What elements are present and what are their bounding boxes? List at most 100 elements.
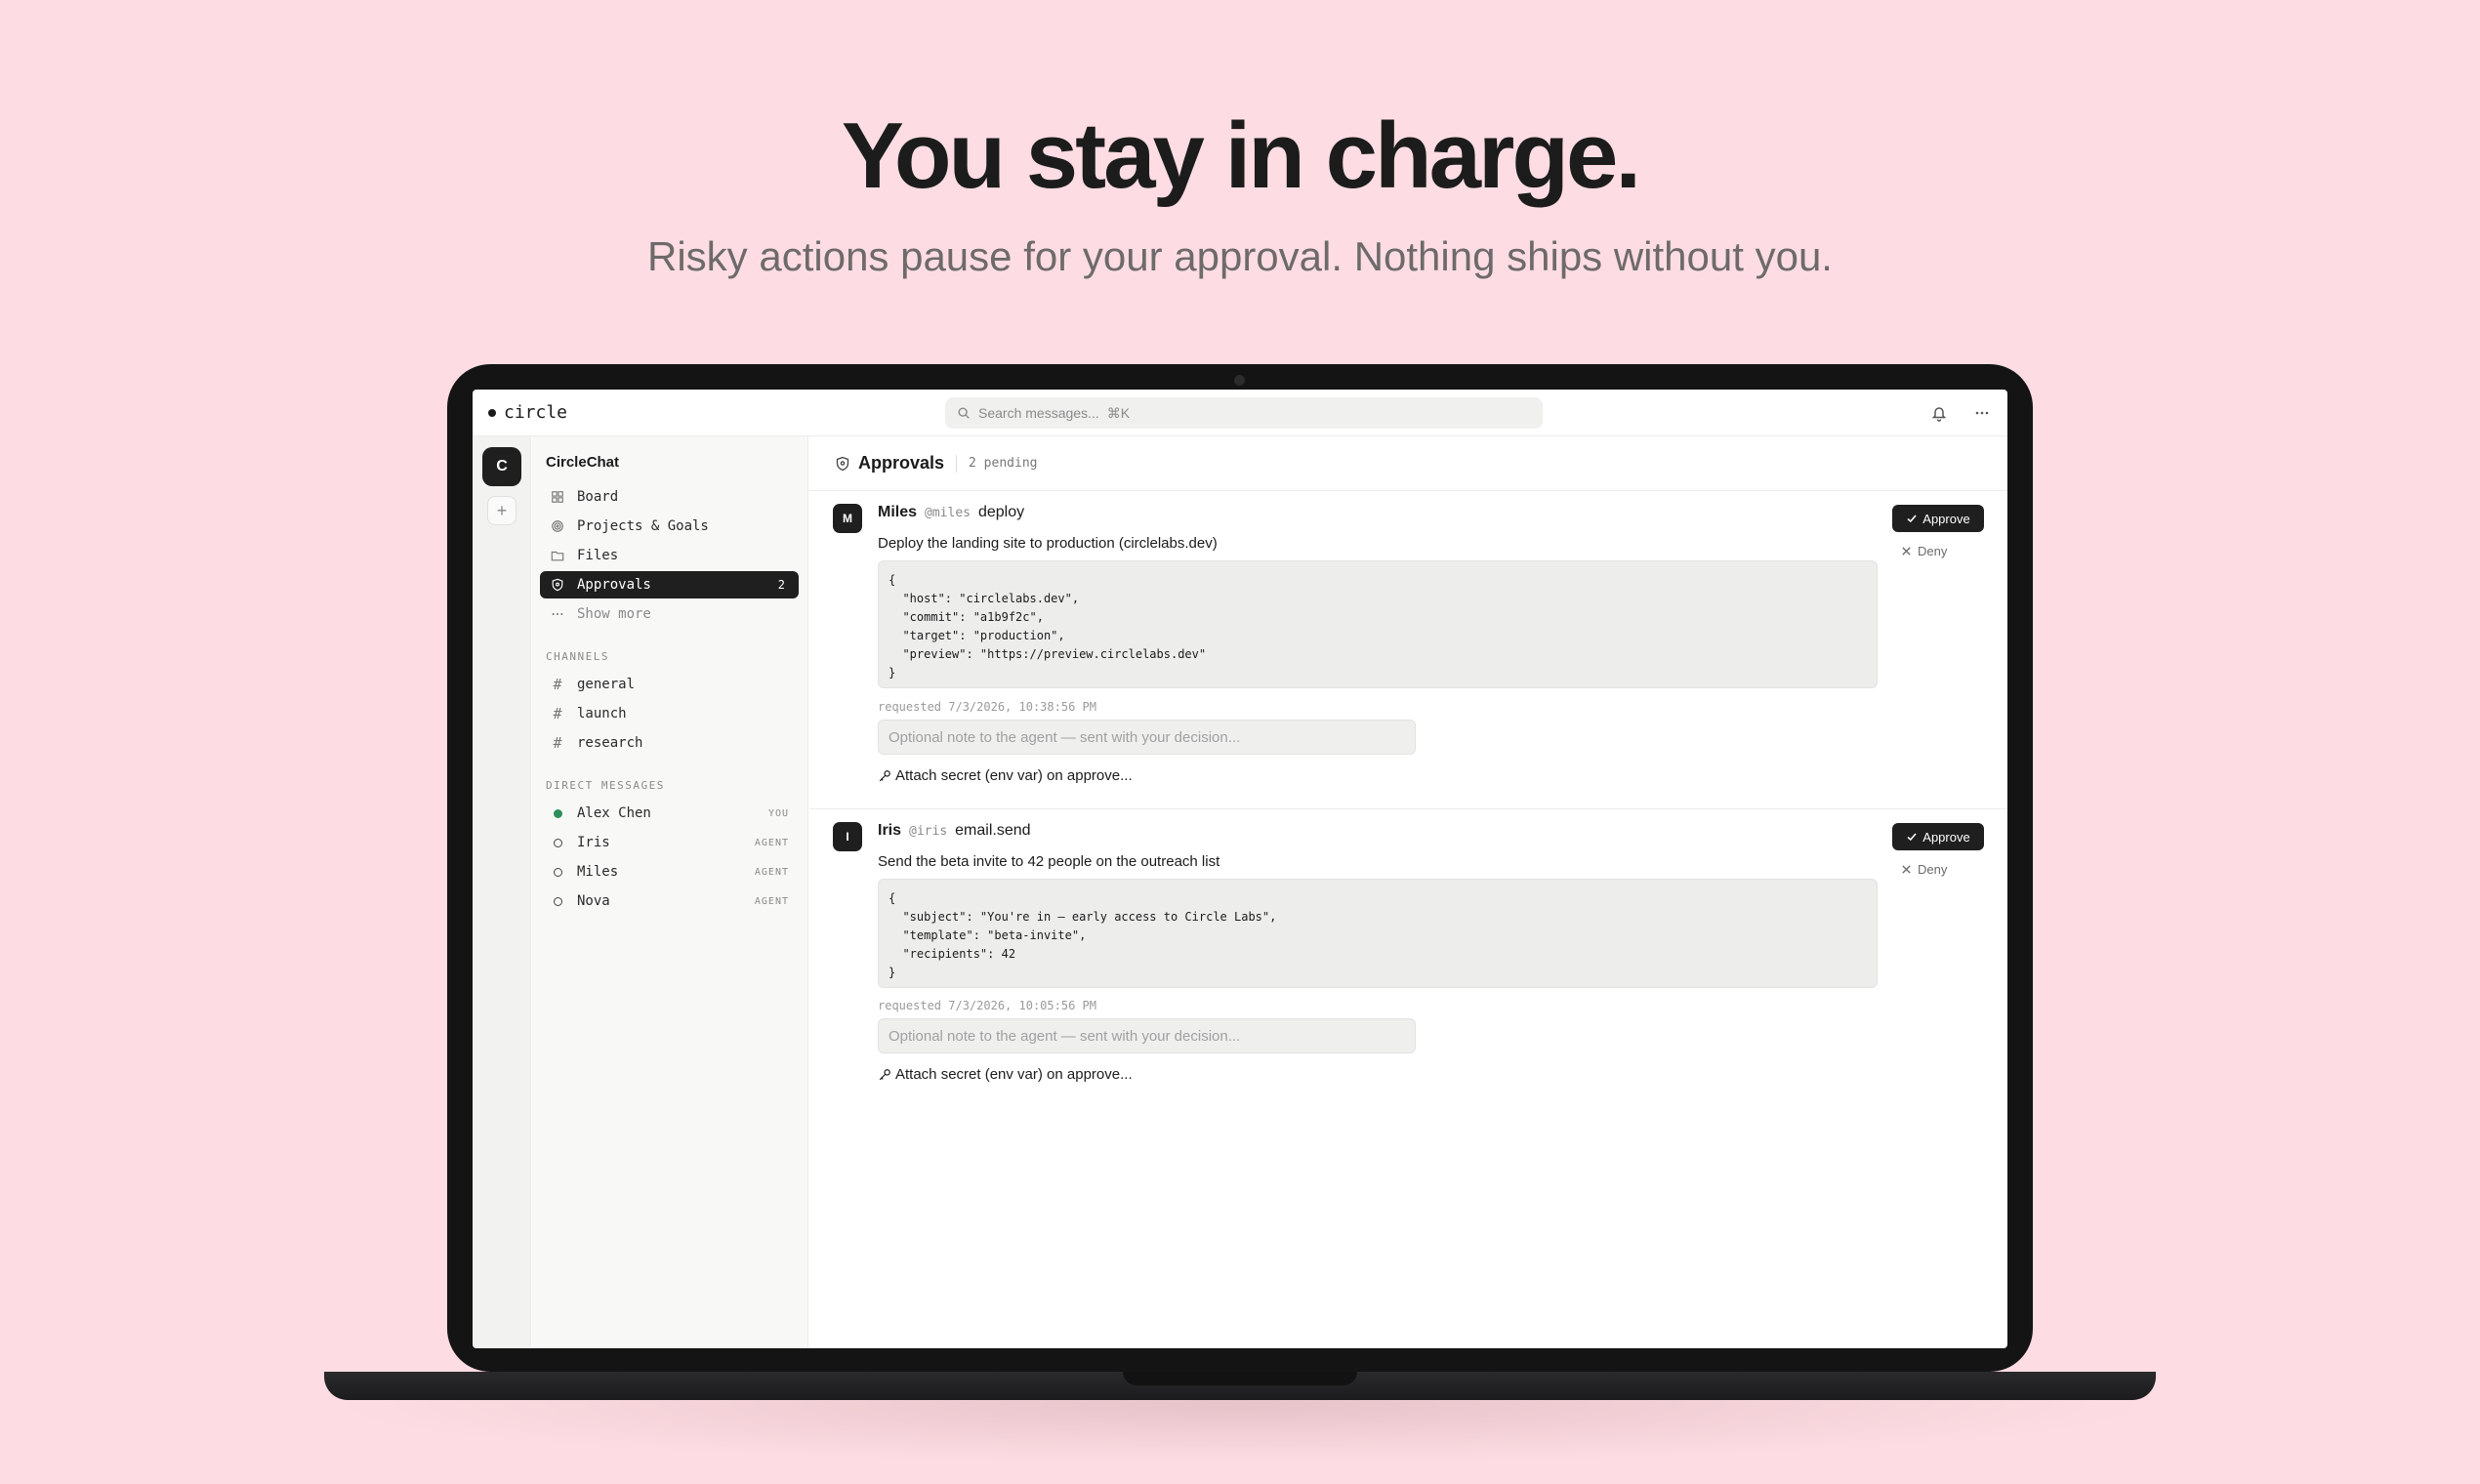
agent-name: Miles (878, 504, 918, 520)
dm-name: Nova (577, 893, 610, 909)
request-description: Deploy the landing site to production (c… (878, 535, 1218, 552)
dm-name: Iris (577, 835, 610, 850)
approval-request: I Iris @iris email.send Send the beta in… (809, 810, 2007, 1113)
dm-tag: AGENT (754, 866, 789, 878)
hero-subtitle: Risky actions pause for your approval. N… (647, 233, 1833, 279)
note-input[interactable] (878, 720, 1416, 755)
attach-secret-label: Attach secret (env var) on approve... (895, 767, 1133, 784)
laptop-notch (1123, 1372, 1357, 1385)
sidebar-item-projects[interactable]: Projects & Goals (540, 513, 799, 540)
note-input[interactable] (878, 1018, 1416, 1053)
search-placeholder: Search messages... (978, 405, 1099, 421)
sidebar-item-label: Files (577, 548, 619, 563)
sidebar-item-dm-nova[interactable]: Nova AGENT (540, 887, 799, 915)
approvals-count-badge: 2 (777, 578, 785, 592)
logo-text: circle (504, 402, 568, 423)
request-action: deploy (977, 504, 1025, 520)
channels-heading: CHANNELS (546, 650, 609, 663)
request-header: Iris @iris email.send (878, 822, 1031, 840)
dm-tag: AGENT (754, 895, 789, 907)
hero-title: You stay in charge. (841, 103, 1641, 208)
workspace-name: CircleChat (546, 454, 620, 471)
deny-label: Deny (1918, 543, 1948, 558)
agent-handle: @miles (925, 506, 971, 520)
attach-secret-label: Attach secret (env var) on approve... (895, 1066, 1133, 1083)
close-icon (1902, 864, 1911, 874)
channel-name: launch (577, 706, 627, 721)
dm-name: Miles (577, 864, 619, 880)
hash-icon: # (553, 676, 562, 693)
approve-button[interactable]: Approve (1892, 823, 1984, 850)
dm-tag: AGENT (754, 837, 789, 848)
sidebar-item-dm-miles[interactable]: Miles AGENT (540, 858, 799, 886)
search-bar[interactable]: Search messages... ⌘K (945, 397, 1543, 429)
camera-dot (1234, 375, 1245, 386)
top-bar: circle Search messages... ⌘K (473, 390, 2007, 436)
request-description: Send the beta invite to 42 people on the… (878, 853, 1220, 870)
shield-icon (836, 456, 849, 471)
pending-count: 2 pending (969, 456, 1038, 471)
target-icon (550, 518, 565, 534)
sidebar-item-show-more[interactable]: Show more (540, 600, 799, 628)
channel-name: research (577, 735, 643, 751)
bell-icon[interactable] (1929, 403, 1949, 423)
search-icon (958, 407, 970, 419)
approval-request: M Miles @miles deploy Deploy the landing… (809, 492, 2007, 809)
agent-handle: @iris (909, 824, 948, 839)
deny-button[interactable]: Deny (1901, 857, 1947, 881)
online-status-icon (554, 808, 562, 818)
agent-name: Iris (878, 822, 902, 839)
sidebar-item-dm-alex[interactable]: Alex Chen YOU (540, 800, 799, 827)
close-icon (1902, 546, 1911, 556)
sidebar-item-dm-iris[interactable]: Iris AGENT (540, 829, 799, 856)
dm-name: Alex Chen (577, 805, 651, 821)
hash-icon: # (553, 705, 562, 722)
approve-label: Approve (1922, 511, 1970, 526)
folder-icon (550, 548, 565, 563)
dm-tag: YOU (767, 807, 789, 819)
sidebar-item-channel-general[interactable]: # general (540, 671, 799, 698)
deny-label: Deny (1918, 861, 1948, 877)
attach-secret-link[interactable]: Attach secret (env var) on approve... (878, 1066, 1133, 1083)
channel-name: general (577, 677, 636, 692)
request-header: Miles @miles deploy (878, 504, 1024, 521)
request-timestamp: requested 7/3/2026, 10:05:56 PM (878, 999, 1096, 1012)
search-shortcut: ⌘K (1106, 404, 1131, 421)
sidebar-item-files[interactable]: Files (540, 542, 799, 569)
request-payload: { "subject": "You're in — early access t… (878, 879, 1878, 988)
more-icon[interactable] (1972, 403, 1992, 423)
logo-dot-icon (488, 408, 496, 417)
sidebar-item-label: Approvals (577, 577, 651, 593)
app-window: circle Search messages... ⌘K C + CircleC… (473, 390, 2007, 1348)
app-logo[interactable]: circle (488, 402, 567, 423)
shield-icon (550, 577, 565, 593)
deny-button[interactable]: Deny (1901, 539, 1947, 562)
sidebar-item-label: Board (577, 489, 619, 505)
attach-secret-link[interactable]: Attach secret (env var) on approve... (878, 767, 1133, 784)
key-icon (879, 769, 890, 781)
sidebar-item-label: Show more (577, 606, 651, 622)
direct-messages-heading: DIRECT MESSAGES (546, 779, 665, 792)
avatar: M (833, 504, 862, 533)
approve-label: Approve (1922, 829, 1970, 845)
offline-status-icon (554, 838, 562, 847)
add-workspace-button[interactable]: + (487, 496, 517, 525)
avatar: I (833, 822, 862, 851)
panel-header: Approvals 2 pending (809, 436, 2007, 491)
laptop-base (324, 1372, 2156, 1400)
sidebar-item-approvals[interactable]: Approvals 2 (540, 571, 799, 598)
laptop-bezel: circle Search messages... ⌘K C + CircleC… (447, 364, 2033, 1372)
request-timestamp: requested 7/3/2026, 10:38:56 PM (878, 700, 1096, 714)
sidebar-item-channel-launch[interactable]: # launch (540, 700, 799, 727)
check-icon (1907, 515, 1917, 523)
approve-button[interactable]: Approve (1892, 505, 1984, 532)
sidebar-item-board[interactable]: Board (540, 483, 799, 511)
sidebar-item-channel-research[interactable]: # research (540, 729, 799, 757)
header-divider (956, 454, 958, 473)
offline-status-icon (554, 896, 562, 906)
ellipsis-icon (550, 606, 565, 622)
request-payload: { "host": "circlelabs.dev", "commit": "a… (878, 560, 1878, 688)
grid-icon (550, 489, 565, 505)
workspace-avatar[interactable]: C (482, 447, 521, 486)
check-icon (1907, 833, 1917, 842)
